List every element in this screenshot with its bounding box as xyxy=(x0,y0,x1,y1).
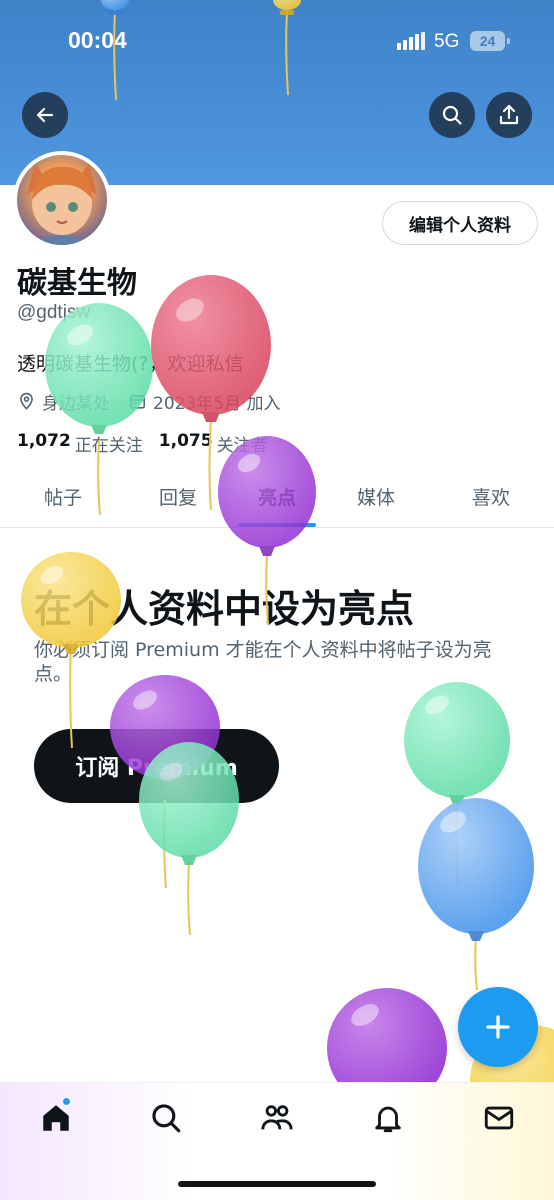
nav-communities[interactable] xyxy=(260,1101,294,1135)
tab-media[interactable]: 媒体 xyxy=(331,483,421,510)
compose-post-button[interactable] xyxy=(458,987,538,1067)
following-label: 正在关注 xyxy=(74,436,143,456)
follow-stats: 1,072 正在关注 1,075 关注者 xyxy=(17,431,284,456)
display-name: 碳基生物 xyxy=(17,266,137,301)
search-icon xyxy=(152,1104,181,1133)
plus-icon xyxy=(486,1015,510,1039)
share-upload-icon xyxy=(499,104,519,125)
search-button[interactable] xyxy=(429,92,475,138)
location-item: 身边某处 xyxy=(17,389,110,414)
active-tab-indicator xyxy=(238,523,316,527)
tab-posts[interactable]: 帖子 xyxy=(18,483,108,510)
home-notification-badge xyxy=(62,1097,71,1106)
back-button[interactable] xyxy=(22,92,68,138)
avatar-illustration-icon xyxy=(27,163,97,245)
profile-tabs: 帖子 回复 亮点 媒体 喜欢 xyxy=(0,468,554,528)
nav-messages[interactable] xyxy=(482,1101,516,1135)
location-text: 身边某处 xyxy=(42,394,110,414)
mail-icon xyxy=(484,1106,514,1130)
followers-link[interactable]: 1,075 关注者 xyxy=(159,431,268,456)
battery-icon: 24 xyxy=(470,31,510,51)
calendar-icon xyxy=(129,394,146,409)
nav-home[interactable] xyxy=(39,1101,73,1135)
highlights-description: 你必须订阅 Premium 才能在个人资料中将帖子设为亮点。 xyxy=(34,639,492,685)
joined-item: 2023年5月 加入 xyxy=(128,389,280,414)
subscribe-premium-button[interactable]: 订阅 Premium xyxy=(34,729,279,803)
tab-replies[interactable]: 回复 xyxy=(133,483,223,510)
cellular-signal-icon xyxy=(397,32,425,50)
communities-icon xyxy=(261,1105,293,1130)
share-button[interactable] xyxy=(486,92,532,138)
status-time: 00:04 xyxy=(68,27,127,53)
edit-profile-button[interactable]: 编辑个人资料 xyxy=(382,201,538,245)
followers-count: 1,075 xyxy=(158,431,213,451)
home-icon xyxy=(43,1105,69,1131)
nav-notifications[interactable] xyxy=(371,1101,405,1135)
battery-level: 24 xyxy=(479,33,496,49)
arrow-left-icon xyxy=(36,107,54,123)
followers-label: 关注者 xyxy=(216,436,268,456)
bio: 透明碳基生物(?，欢迎私信 xyxy=(17,353,244,375)
highlights-title: 在个人资料中设为亮点 xyxy=(34,587,415,631)
tab-likes[interactable]: 喜欢 xyxy=(446,483,536,510)
avatar[interactable] xyxy=(13,151,111,249)
following-count: 1,072 xyxy=(17,431,71,451)
user-handle: @gdtjsw xyxy=(17,302,91,323)
home-indicator xyxy=(178,1181,376,1187)
profile-meta: 身边某处 2023年5月 加入 xyxy=(17,389,298,414)
nav-search[interactable] xyxy=(149,1101,183,1135)
location-pin-icon xyxy=(20,392,33,410)
network-type: 5G xyxy=(434,31,460,52)
following-link[interactable]: 1,072 正在关注 xyxy=(17,431,143,456)
joined-date: 2023年5月 加入 xyxy=(153,394,281,414)
status-bar: 00:04 5G 24 xyxy=(0,0,554,84)
bell-icon xyxy=(375,1106,401,1133)
tab-highlights[interactable]: 亮点 xyxy=(232,483,322,510)
search-icon xyxy=(442,105,462,125)
